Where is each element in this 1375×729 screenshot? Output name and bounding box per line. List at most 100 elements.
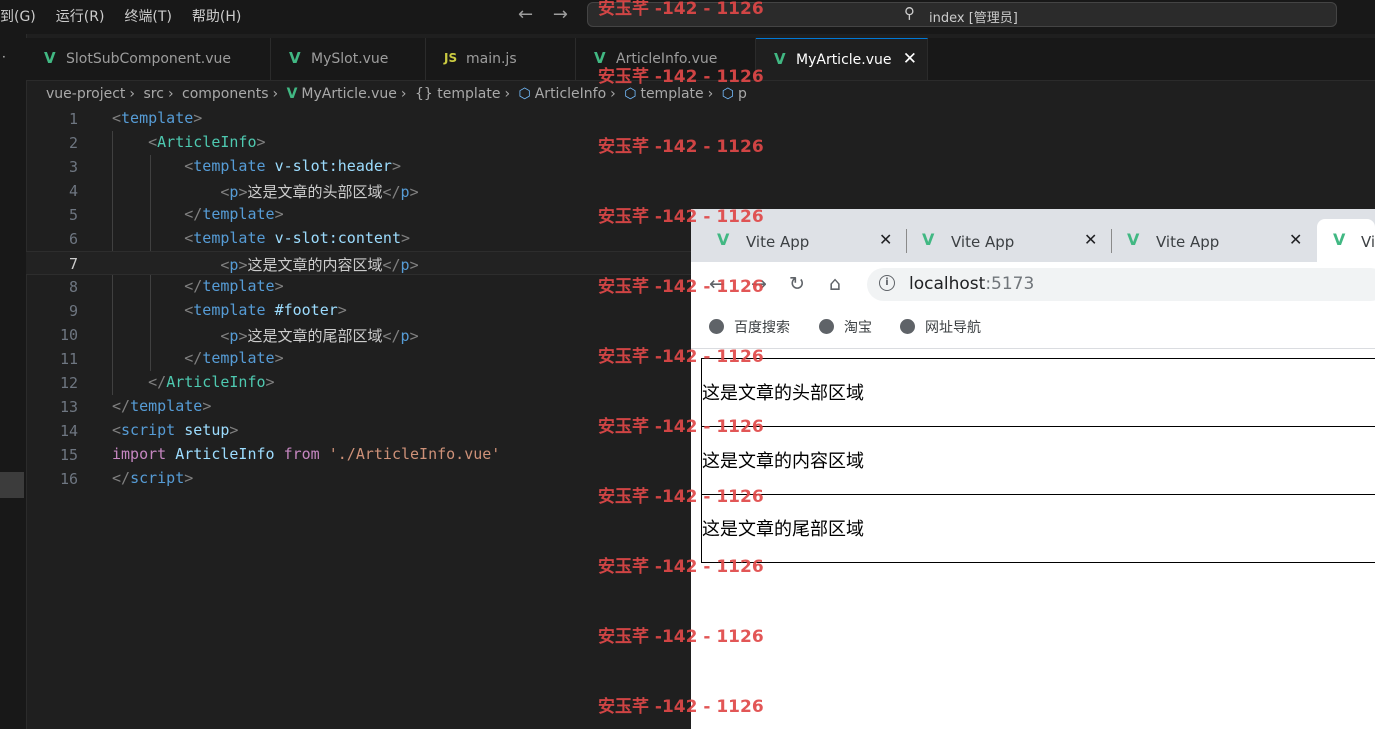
- line-number: 15: [59, 446, 78, 464]
- vue-icon: V: [922, 230, 935, 249]
- more-icon[interactable]: ·: [2, 50, 6, 64]
- tab-myarticle[interactable]: V MyArticle.vue ✕: [756, 38, 928, 80]
- code-line: 6 <template v-slot:content>: [26, 227, 691, 251]
- watermark: 安玉芊 -142 - 1126: [598, 417, 764, 437]
- vue-icon: V: [1333, 230, 1346, 249]
- article-content-text: 这是文章的内容区域: [702, 451, 864, 472]
- code-text: </template>: [112, 397, 212, 415]
- line-number: 14: [59, 422, 78, 440]
- info-icon[interactable]: i: [879, 275, 895, 291]
- article-header-section: 这是文章的头部区域: [701, 358, 1375, 427]
- menu-item-terminal[interactable]: 终端(T): [124, 6, 171, 26]
- code-line: 4 <p>这是文章的头部区域</p>: [26, 179, 691, 203]
- activity-selected-indicator[interactable]: [0, 472, 24, 498]
- forward-arrow-icon[interactable]: →: [553, 4, 568, 25]
- line-number: 2: [68, 134, 78, 152]
- chevron-right-icon: ›: [129, 86, 136, 102]
- breadcrumb-item[interactable]: p: [738, 86, 747, 102]
- close-icon[interactable]: ✕: [903, 49, 917, 69]
- browser-tab-active[interactable]: V Vi: [1317, 219, 1375, 262]
- code-text: <script setup>: [112, 421, 239, 439]
- breadcrumb-item[interactable]: template: [640, 86, 703, 102]
- watermark: 安玉芊 -142 - 1126: [598, 207, 764, 227]
- close-icon[interactable]: ✕: [879, 230, 892, 249]
- code-text: </template>: [184, 277, 284, 295]
- line-number: 1: [68, 110, 78, 128]
- breadcrumb: vue-project › src › components › V MyArticle…: [46, 86, 751, 102]
- tab-label: main.js: [466, 51, 517, 67]
- close-icon[interactable]: ✕: [1084, 230, 1097, 249]
- back-arrow-icon[interactable]: ←: [518, 4, 533, 25]
- watermark: 安玉芊 -142 - 1126: [598, 627, 764, 647]
- url-text: localhost:5173: [909, 274, 1035, 294]
- bookmark-taobao[interactable]: 淘宝: [819, 317, 872, 337]
- code-text: <ArticleInfo>: [148, 133, 266, 151]
- browser-tab[interactable]: V Vite App ✕: [1101, 219, 1306, 262]
- watermark: 安玉芊 -142 - 1126: [598, 277, 764, 297]
- vue-icon: V: [289, 49, 301, 67]
- breadcrumb-item[interactable]: vue-project: [46, 86, 125, 102]
- line-number: 9: [68, 302, 78, 320]
- line-number: 11: [59, 350, 78, 368]
- line-number: 12: [59, 374, 78, 392]
- code-text: </template>: [184, 205, 284, 223]
- bookmark-nav[interactable]: 网址导航: [900, 317, 981, 337]
- globe-icon: [900, 319, 915, 334]
- home-icon[interactable]: ⌂: [829, 273, 841, 295]
- vue-icon: V: [286, 86, 298, 102]
- article-content-section: 这是文章的内容区域: [701, 426, 1375, 495]
- watermark: 安玉芊 -142 - 1126: [598, 697, 764, 717]
- code-line: 2 <ArticleInfo>: [26, 131, 691, 155]
- menu-item-help[interactable]: 帮助(H): [192, 6, 241, 26]
- breadcrumb-item[interactable]: ArticleInfo: [535, 86, 606, 102]
- bookmark-baidu[interactable]: 百度搜索: [709, 317, 790, 337]
- address-bar[interactable]: i localhost:5173: [867, 268, 1375, 301]
- vue-icon: V: [774, 50, 786, 68]
- page-content: 这是文章的头部区域 这是文章的内容区域 这是文章的尾部区域: [691, 349, 1375, 729]
- vue-icon: V: [1127, 230, 1140, 249]
- code-editor[interactable]: 1 <template> 2 <ArticleInfo> 3 <template…: [26, 107, 691, 729]
- chevron-right-icon: ›: [167, 86, 174, 102]
- code-line: 10 <p>这是文章的尾部区域</p>: [26, 323, 691, 347]
- article-footer-section: 这是文章的尾部区域: [701, 494, 1375, 563]
- watermark: 安玉芊 -142 - 1126: [598, 67, 764, 87]
- vue-icon: V: [44, 49, 56, 67]
- bookmarks-bar: 百度搜索 淘宝 网址导航: [691, 308, 1375, 349]
- line-number: 10: [59, 326, 78, 344]
- chevron-right-icon: ›: [504, 86, 511, 102]
- watermark: 安玉芊 -142 - 1126: [598, 137, 764, 157]
- watermark: 安玉芊 -142 - 1126: [598, 0, 764, 19]
- menu-item-run[interactable]: 运行(R): [56, 6, 105, 26]
- tab-slotsubcomponent[interactable]: V SlotSubComponent.vue: [26, 38, 271, 80]
- chevron-right-icon: ›: [400, 86, 407, 102]
- browser-tab-label: Vite App: [746, 233, 810, 251]
- tab-label: MySlot.vue: [311, 51, 389, 67]
- code-line: 1 <template>: [26, 107, 691, 131]
- code-line: 3 <template v-slot:header>: [26, 155, 691, 179]
- tab-myslot[interactable]: V MySlot.vue: [271, 38, 426, 80]
- close-icon[interactable]: ✕: [1289, 230, 1302, 249]
- menu-bar: 到(G) 运行(R) 终端(T) 帮助(H): [0, 6, 261, 26]
- code-text: <template>: [112, 109, 203, 127]
- code-text: <template v-slot:header>: [184, 157, 401, 175]
- tab-mainjs[interactable]: JS main.js: [426, 38, 576, 80]
- breadcrumb-item[interactable]: {} template: [415, 86, 500, 102]
- globe-icon: [709, 319, 724, 334]
- symbol-icon: ⬡: [518, 86, 531, 102]
- line-number: 7: [68, 255, 78, 273]
- breadcrumb-item[interactable]: components: [182, 86, 269, 102]
- code-line: 9 <template #footer>: [26, 299, 691, 323]
- chevron-right-icon: ›: [610, 86, 616, 102]
- reload-icon[interactable]: ↻: [789, 273, 805, 295]
- search-icon: ⚲: [904, 4, 915, 22]
- browser-tab[interactable]: V Vite App ✕: [896, 219, 1101, 262]
- line-number: 13: [59, 398, 78, 416]
- menu-item-goto[interactable]: 到(G): [0, 6, 36, 26]
- article-footer-text: 这是文章的尾部区域: [702, 519, 864, 540]
- breadcrumb-item[interactable]: src: [143, 86, 163, 102]
- code-text: <template v-slot:content>: [184, 229, 411, 247]
- code-text: <template #footer>: [184, 301, 347, 319]
- code-text: <p>这是文章的内容区域</p>: [220, 256, 419, 274]
- chevron-right-icon: ›: [272, 86, 279, 102]
- breadcrumb-item[interactable]: MyArticle.vue: [301, 86, 397, 102]
